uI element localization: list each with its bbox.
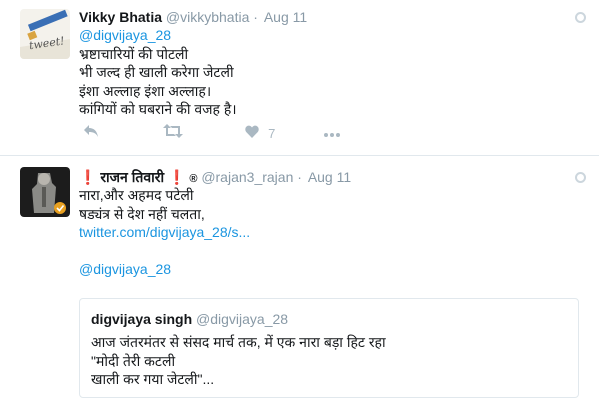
tweet-line: कांगियों को घबराने की वजह है। (79, 101, 237, 117)
mention-link[interactable]: @digvijaya_28 (79, 26, 237, 45)
badge-icon (54, 202, 66, 214)
separator: · (297, 169, 302, 185)
quote-line: आज जंतरमंतर से संसद मार्च तक, में एक नार… (91, 334, 386, 350)
retweet-button[interactable] (163, 124, 183, 144)
tweet-vikky-bhatia[interactable]: tweet! Vikky Bhatia @vikkybhatia · Aug 1… (0, 0, 599, 156)
tweet-line: भी जल्द ही खाली करेगा जेटली (79, 64, 234, 80)
more-button[interactable] (323, 124, 341, 144)
quote-line: खाली कर गया जेटली"... (91, 371, 215, 387)
display-name[interactable]: ❗ राजन तिवारी ❗ (79, 169, 185, 185)
tweet-line: नारा,और अहमद पटेली (79, 187, 194, 203)
retweet-icon (163, 124, 183, 138)
like-icon (245, 125, 259, 138)
timestamp[interactable]: Aug 11 (264, 9, 307, 25)
timestamp[interactable]: Aug 11 (308, 169, 351, 185)
caret-icon[interactable] (575, 172, 586, 183)
tweet-text: @digvijaya_28 भ्रष्टाचारियों की पोटली भी… (79, 26, 237, 119)
display-name[interactable]: Vikky Bhatia (79, 9, 162, 25)
avatar[interactable]: tweet! (20, 9, 70, 59)
separator: · (253, 9, 258, 25)
quote-handle: @digvijaya_28 (196, 311, 289, 327)
like-count: 7 (268, 126, 276, 141)
caret-icon[interactable] (575, 12, 586, 23)
like-button[interactable]: 7 (245, 124, 275, 144)
tweet-link[interactable]: twitter.com/digvijaya_28/s... (79, 223, 250, 242)
tweet-line: षड्यंत्र से देश नहीं चलता, (79, 205, 205, 222)
tweet-line: भ्रष्टाचारियों की पोटली (79, 45, 189, 62)
tweet-actions: 7 (79, 124, 479, 144)
reply-icon (84, 125, 98, 137)
quoted-tweet[interactable]: digvijaya singh @digvijaya_28 आज जंतरमंत… (79, 298, 579, 398)
quote-text: आज जंतरमंतर से संसद मार्च तक, में एक नार… (91, 333, 386, 389)
registered-mark: ® (189, 173, 198, 185)
quote-header: digvijaya singh @digvijaya_28 (91, 311, 288, 327)
more-icon (324, 133, 340, 137)
reply-button[interactable] (83, 124, 99, 144)
tweet-line: इंशा अल्लाह इंशा अल्लाह। (79, 82, 212, 99)
quote-display-name: digvijaya singh (91, 311, 193, 327)
quote-line: "मोदी तेरी कटली (91, 352, 176, 369)
tweet-rajan-tiwari[interactable]: ❗ राजन तिवारी ❗ ® @rajan3_rajan · Aug 11… (0, 156, 599, 414)
mention-link[interactable]: @digvijaya_28 (79, 260, 250, 279)
tweet-header: Vikky Bhatia @vikkybhatia · Aug 11 (79, 9, 307, 25)
user-handle[interactable]: @vikkybhatia (166, 9, 249, 25)
avatar[interactable] (20, 167, 70, 217)
tweet-text: नारा,और अहमद पटेली षड्यंत्र से देश नहीं … (79, 186, 250, 279)
avatar-image (20, 167, 70, 217)
avatar-image: tweet! (20, 9, 70, 59)
user-handle[interactable]: @rajan3_rajan (201, 169, 293, 185)
tweet-header: ❗ राजन तिवारी ❗ ® @rajan3_rajan · Aug 11 (79, 168, 351, 187)
